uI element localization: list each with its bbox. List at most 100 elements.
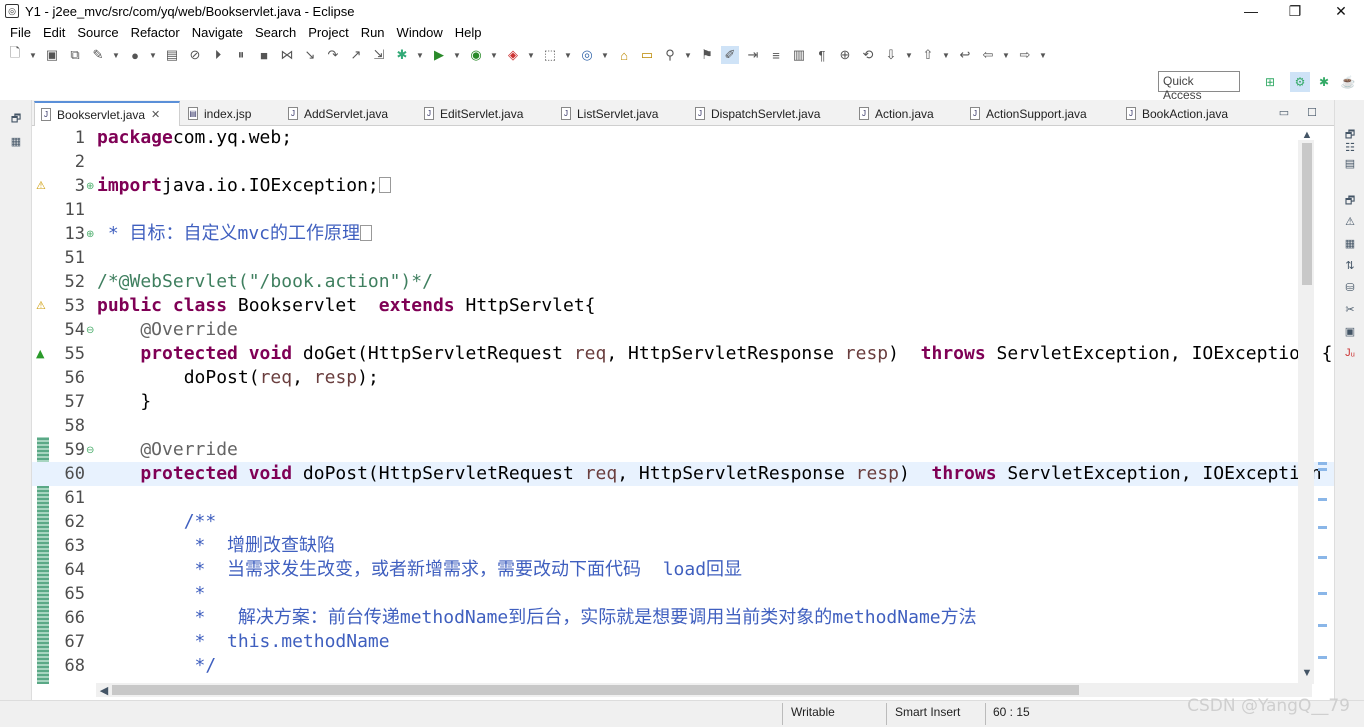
target-icon[interactable]: ●: [126, 46, 144, 64]
code-line[interactable]: 2: [32, 150, 1334, 174]
warning-marker-icon[interactable]: ⚠: [36, 174, 46, 198]
prev-edit-icon[interactable]: ⇧: [919, 46, 937, 64]
code-line[interactable]: 59 ⊖ @Override: [32, 438, 1334, 462]
save-all-icon[interactable]: ⧉: [66, 46, 84, 64]
scroll-left-icon[interactable]: ◀: [96, 683, 112, 697]
horizontal-scroll-thumb[interactable]: [112, 685, 1079, 695]
menu-project[interactable]: Project: [302, 25, 354, 40]
task-list-icon[interactable]: ▤: [1342, 156, 1358, 170]
junit-icon[interactable]: Jᵤ: [1342, 346, 1358, 360]
java-perspective-icon[interactable]: ☕: [1338, 72, 1358, 92]
tab-bookservlet[interactable]: J Bookservlet.java ✕: [34, 101, 180, 126]
new-class-icon[interactable]: ◎: [578, 46, 596, 64]
quick-access-field[interactable]: Quick Access: [1158, 71, 1240, 102]
code-line[interactable]: ⚠ 53 public class Bookservlet extends Http…: [32, 294, 1334, 318]
chevron-down-icon[interactable]: ▼: [149, 46, 157, 64]
menu-refactor[interactable]: Refactor: [125, 25, 186, 40]
open-type-icon[interactable]: ⌂: [615, 46, 633, 64]
code-line[interactable]: 67 * this.methodName: [32, 630, 1334, 654]
chevron-down-icon[interactable]: ▼: [416, 46, 424, 64]
code-line[interactable]: 11: [32, 198, 1334, 222]
code-line[interactable]: 68 */: [32, 654, 1334, 678]
folded-region-box[interactable]: [378, 177, 391, 193]
overview-ruler[interactable]: [1316, 126, 1334, 684]
web-browser-icon[interactable]: ⟲: [859, 46, 877, 64]
step-return-icon[interactable]: ↗: [347, 46, 365, 64]
overview-marker[interactable]: [1318, 556, 1327, 559]
chevron-down-icon[interactable]: ▼: [1002, 46, 1010, 64]
scroll-down-icon[interactable]: ▼: [1299, 666, 1315, 680]
chevron-down-icon[interactable]: ▼: [453, 46, 461, 64]
tab-action[interactable]: J Action.java: [855, 101, 959, 126]
code-line[interactable]: 64 * 当需求发生改变，或者新增需求，需要改动下面代码 load回显: [32, 558, 1334, 582]
expand-fold-icon[interactable]: ⊕: [86, 223, 94, 247]
chevron-down-icon[interactable]: ▼: [942, 46, 950, 64]
tab-addservlet[interactable]: J AddServlet.java: [284, 101, 412, 126]
code-line[interactable]: 54 ⊖ @Override: [32, 318, 1334, 342]
minimize-view-icon[interactable]: ▭: [1276, 105, 1292, 119]
close-button[interactable]: ✕: [1318, 0, 1364, 22]
tab-listservlet[interactable]: J ListServlet.java: [557, 101, 685, 126]
menu-search[interactable]: Search: [249, 25, 302, 40]
code-line[interactable]: 13 ⊕ * 目标：自定义mvc的工作原理: [32, 222, 1334, 246]
step-over-icon[interactable]: ↷: [324, 46, 342, 64]
chevron-down-icon[interactable]: ▼: [490, 46, 498, 64]
folded-region-box[interactable]: [360, 225, 373, 241]
code-line[interactable]: 57 }: [32, 390, 1334, 414]
resume-icon[interactable]: ⏵: [209, 46, 227, 64]
chevron-down-icon[interactable]: ▼: [1039, 46, 1047, 64]
suspend-icon[interactable]: ⏸: [232, 46, 250, 64]
menu-run[interactable]: Run: [355, 25, 391, 40]
restore-icon[interactable]: 🗗: [1342, 194, 1358, 208]
code-line[interactable]: 66 * 解决方案：前台传递methodName到后台，实际就是想要调用当前类对…: [32, 606, 1334, 630]
code-line[interactable]: ⚠ 3 ⊕ importjava.io.IOException;: [32, 174, 1334, 198]
new-icon[interactable]: 🗋: [6, 45, 24, 64]
menu-edit[interactable]: Edit: [37, 25, 71, 40]
code-line[interactable]: 63 * 增删改查缺陷: [32, 534, 1334, 558]
chevron-down-icon[interactable]: ▼: [527, 46, 535, 64]
expand-fold-icon[interactable]: ⊕: [86, 175, 94, 199]
close-icon[interactable]: ✕: [151, 108, 160, 121]
chevron-down-icon[interactable]: ▼: [684, 46, 692, 64]
next-edit-icon[interactable]: ⇩: [882, 46, 900, 64]
drop-frame-icon[interactable]: ⇲: [370, 46, 388, 64]
disconnect-icon[interactable]: ⋈: [278, 46, 296, 64]
next-annotation-icon[interactable]: ⇥: [744, 46, 762, 64]
scroll-up-icon[interactable]: ▲: [1299, 128, 1315, 142]
chevron-down-icon[interactable]: ▼: [112, 46, 120, 64]
debug-perspective-icon[interactable]: ✱: [1314, 72, 1334, 92]
overview-marker[interactable]: [1318, 462, 1327, 465]
overview-marker[interactable]: [1318, 656, 1327, 659]
warning-marker-icon[interactable]: ⚠: [36, 294, 46, 318]
menu-window[interactable]: Window: [391, 25, 449, 40]
java-ee-perspective-icon[interactable]: ⚙: [1290, 72, 1310, 92]
code-line[interactable]: 62 /**: [32, 510, 1334, 534]
collapse-fold-icon[interactable]: ⊖: [86, 319, 94, 343]
snippets-icon[interactable]: ✂: [1342, 302, 1358, 316]
code-line[interactable]: 58: [32, 414, 1334, 438]
toggle-icon[interactable]: ≡: [767, 46, 785, 64]
overview-marker[interactable]: [1318, 468, 1327, 471]
servers-icon[interactable]: ⇅: [1342, 258, 1358, 272]
code-line[interactable]: 61: [32, 486, 1334, 510]
code-line[interactable]: 56 doPost(req, resp);: [32, 366, 1334, 390]
properties-icon[interactable]: ▦: [1342, 236, 1358, 250]
code-line[interactable]: 51: [32, 246, 1334, 270]
vertical-scroll-thumb[interactable]: [1302, 143, 1312, 285]
chevron-down-icon[interactable]: ▼: [601, 46, 609, 64]
run-icon[interactable]: ▶: [430, 46, 448, 64]
code-editor[interactable]: 1 packagecom.yq.web; 2 ⚠ 3 ⊕ importjava.io.IOE…: [32, 126, 1334, 684]
overview-marker[interactable]: [1318, 624, 1327, 627]
collapse-fold-icon[interactable]: ⊖: [86, 439, 94, 463]
save-icon[interactable]: ▣: [43, 46, 61, 64]
back-icon[interactable]: ⇦: [979, 46, 997, 64]
overview-marker[interactable]: [1318, 592, 1327, 595]
open-perspective-icon[interactable]: ⊞: [1260, 72, 1280, 92]
code-line[interactable]: 60 protected void doPost(HttpServletRequ…: [32, 462, 1334, 486]
menu-file[interactable]: File: [4, 25, 37, 40]
package-explorer-icon[interactable]: ▦: [8, 134, 24, 148]
code-line[interactable]: ▲ 55 protected void doGet(HttpServletRequ…: [32, 342, 1334, 366]
debug-icon[interactable]: ✱: [393, 46, 411, 64]
search-icon[interactable]: ⚲: [661, 46, 679, 64]
overview-marker[interactable]: [1318, 526, 1327, 529]
